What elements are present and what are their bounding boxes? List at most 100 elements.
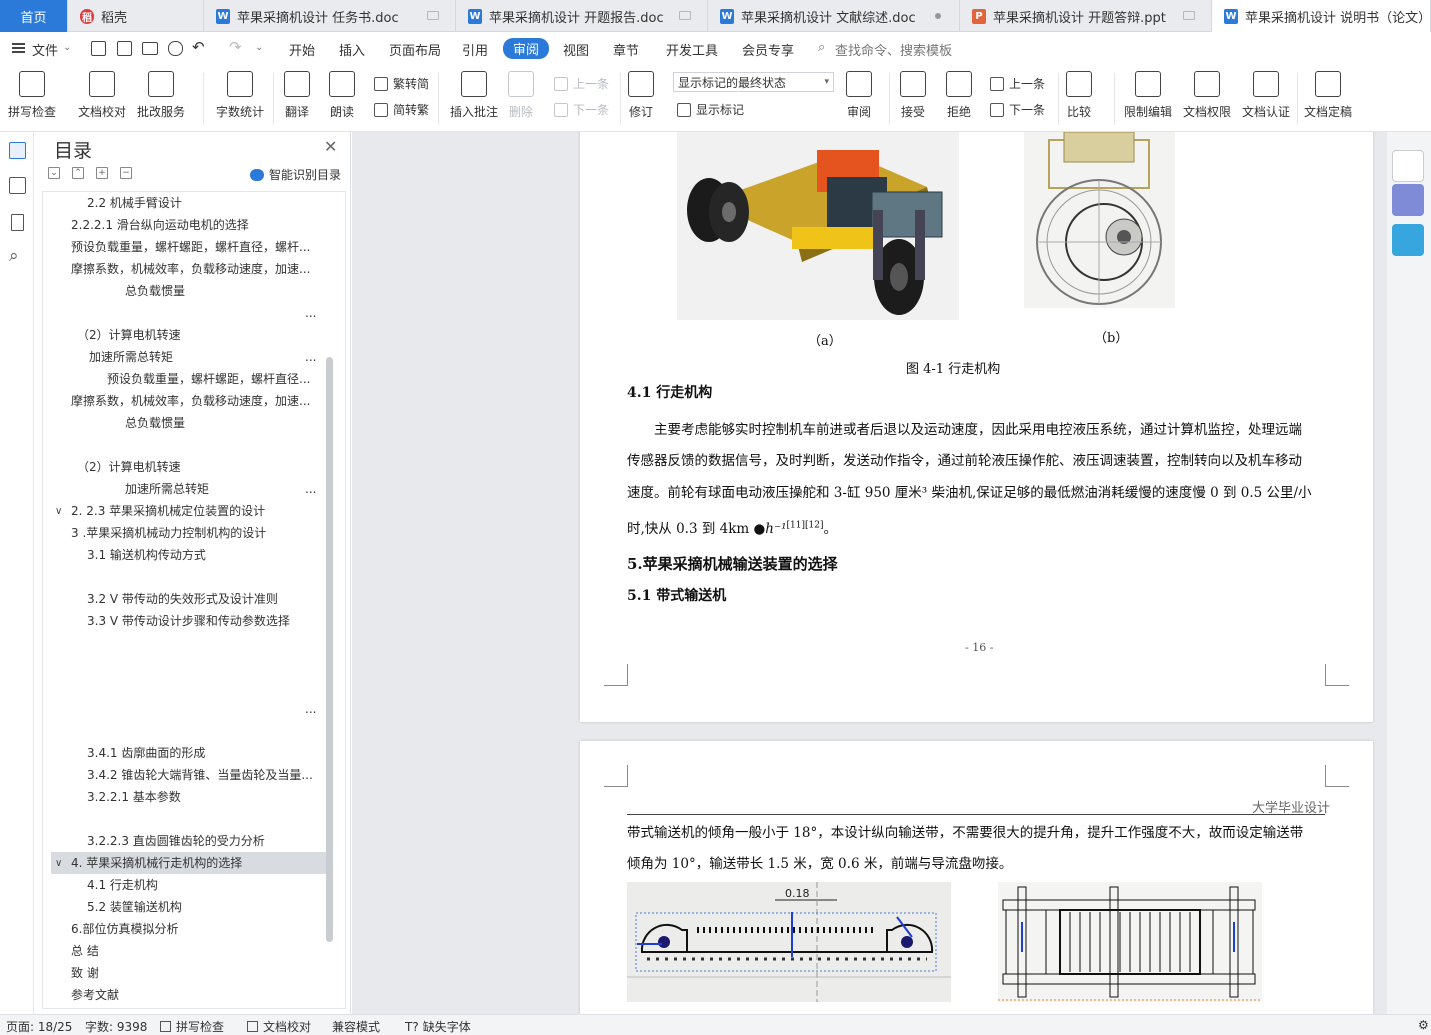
collapse-all-icon[interactable]: ⌄ bbox=[48, 167, 60, 179]
doc-cert-button[interactable]: 文档认证 bbox=[1242, 71, 1290, 120]
doc-check-button[interactable]: 文档校对 bbox=[78, 71, 126, 120]
toc-item[interactable]: 摩擦系数，机械效率，负载移动速度，加速... bbox=[71, 390, 316, 412]
toc-item[interactable]: 致 谢 bbox=[71, 962, 301, 984]
toc-item[interactable]: 3.4.1 齿廓曲面的形成 bbox=[87, 742, 317, 764]
doc-check-status[interactable]: 文档校对 bbox=[247, 1018, 311, 1035]
spellcheck-status[interactable]: 拼写检查 bbox=[160, 1018, 224, 1035]
menu-item-devtools[interactable]: 开发工具 bbox=[666, 40, 718, 59]
menu-item-member[interactable]: 会员专享 bbox=[742, 40, 794, 59]
toc-icon[interactable] bbox=[9, 142, 26, 159]
to-traditional-button[interactable]: 繁转简 bbox=[374, 75, 429, 92]
batch-service-button[interactable]: 批改服务 bbox=[137, 71, 185, 120]
chevron-down-icon[interactable]: ∨ bbox=[55, 506, 62, 517]
toc-item[interactable]: 4.1 行走机构 bbox=[87, 874, 317, 896]
page-indicator[interactable]: 页面: 18/25 bbox=[6, 1018, 72, 1035]
toc-item[interactable]: 加速所需总转矩 bbox=[125, 478, 295, 500]
toc-item[interactable]: 总负载惯量 bbox=[125, 412, 305, 434]
toc-item[interactable]: （2）计算电机转速 bbox=[77, 456, 297, 478]
toc-item[interactable]: 总负载惯量 bbox=[125, 280, 305, 302]
doc-final-button[interactable]: 文档定稿 bbox=[1304, 71, 1352, 120]
prev-comment-button[interactable]: 上一条 bbox=[554, 75, 609, 92]
toc-item[interactable]: 参考文献 bbox=[71, 984, 301, 1006]
toc-item[interactable]: 总 结 bbox=[71, 940, 301, 962]
toc-item[interactable]: 3.3 V 带传动设计步骤和传动参数选择 bbox=[87, 610, 327, 632]
tab-document[interactable]: W 苹果采摘机设计 开题报告.doc bbox=[456, 0, 708, 32]
smart-toc-button[interactable]: 智能识别目录 bbox=[250, 166, 341, 183]
export-icon[interactable] bbox=[117, 41, 132, 56]
tab-document[interactable]: W 苹果采摘机设计 文献综述.doc bbox=[708, 0, 960, 32]
word-count-button[interactable]: 字数统计 bbox=[216, 71, 264, 120]
undo-icon[interactable]: ↶ bbox=[192, 38, 205, 56]
doc-permission-button[interactable]: 文档权限 bbox=[1183, 71, 1231, 120]
toc-item[interactable]: 摩擦系数，机械效率，负载移动速度，加速... bbox=[71, 258, 316, 280]
missing-font-status[interactable]: T? 缺失字体 bbox=[405, 1018, 471, 1035]
preview-icon[interactable] bbox=[168, 41, 183, 56]
restrict-edit-button[interactable]: 限制编辑 bbox=[1124, 71, 1172, 120]
toc-item[interactable]: 3 .苹果采摘机械动力控制机构的设计 bbox=[71, 522, 321, 544]
compare-button[interactable]: 比较 bbox=[1066, 71, 1092, 120]
citation-ref[interactable]: [11][12] bbox=[787, 521, 824, 531]
screen-icon[interactable] bbox=[679, 11, 691, 20]
read-aloud-button[interactable]: 朗读 bbox=[329, 71, 355, 120]
hamburger-icon[interactable] bbox=[12, 43, 25, 53]
toc-item[interactable]: 3.1 输送机构传动方式 bbox=[87, 544, 317, 566]
word-count-status[interactable]: 字数: 9398 bbox=[85, 1018, 147, 1035]
review-pane-button[interactable]: 审阅 bbox=[846, 71, 872, 120]
toc-item[interactable]: 加速所需总转矩 bbox=[89, 346, 289, 368]
accept-button[interactable]: 接受 bbox=[900, 71, 926, 120]
toc-item[interactable]: ... bbox=[305, 302, 325, 324]
prev-change-button[interactable]: 上一条 bbox=[990, 75, 1045, 92]
chevron-down-icon[interactable]: ⌄ bbox=[255, 42, 263, 53]
screen-icon[interactable] bbox=[1183, 11, 1195, 20]
collapse-up-icon[interactable] bbox=[1392, 150, 1424, 182]
menu-item-start[interactable]: 开始 bbox=[289, 40, 315, 59]
toc-item[interactable]: 3.2.2.1 基本参数 bbox=[87, 786, 317, 808]
search-icon[interactable]: ⌕ bbox=[818, 40, 825, 55]
menu-item-reference[interactable]: 引用 bbox=[462, 40, 488, 59]
menu-item-review[interactable]: 审阅 bbox=[503, 38, 550, 59]
print-icon[interactable] bbox=[142, 42, 158, 55]
settings-icon[interactable]: ⚙ bbox=[1418, 1018, 1429, 1032]
file-menu[interactable]: 文件 bbox=[32, 40, 58, 59]
toc-item[interactable]: （2）计算电机转速 bbox=[77, 324, 297, 346]
add-level-icon[interactable]: + bbox=[96, 167, 108, 179]
insert-comment-button[interactable]: 插入批注 bbox=[450, 71, 498, 120]
tab-docer[interactable]: 稻 稻壳 bbox=[68, 0, 204, 32]
menu-item-insert[interactable]: 插入 bbox=[339, 40, 365, 59]
toc-item[interactable]: 6.部位仿真模拟分析 bbox=[71, 918, 301, 940]
spellcheck-button[interactable]: 拼写检查 bbox=[8, 71, 56, 120]
command-search-input[interactable]: 查找命令、搜索模板 bbox=[835, 40, 952, 59]
toc-scrollbar[interactable] bbox=[326, 357, 333, 942]
close-icon[interactable]: ✕ bbox=[324, 137, 337, 156]
delete-comment-button[interactable]: 删除 bbox=[508, 71, 534, 120]
redo-icon[interactable]: ↷ bbox=[229, 38, 242, 56]
toc-item[interactable]: 3.2.2.3 直齿圆锥齿轮的受力分析 bbox=[87, 830, 317, 852]
menu-item-layout[interactable]: 页面布局 bbox=[389, 40, 441, 59]
to-simplified-button[interactable]: 简转繁 bbox=[374, 101, 429, 118]
next-change-button[interactable]: 下一条 bbox=[990, 101, 1045, 118]
tab-document-active[interactable]: W 苹果采摘机设计 说明书（论文） bbox=[1212, 0, 1431, 32]
chevron-down-icon[interactable]: ∨ bbox=[55, 858, 62, 869]
toc-item[interactable]: 3.4.2 锥齿轮大端背锥、当量齿轮及当量... bbox=[87, 764, 316, 786]
toc-item[interactable]: 2.2.2.1 滑台纵向运动电机的选择 bbox=[71, 214, 321, 236]
show-markup-button[interactable]: 显示标记 bbox=[677, 101, 744, 118]
tab-document[interactable]: W 苹果采摘机设计 任务书.doc bbox=[204, 0, 456, 32]
save-icon[interactable] bbox=[91, 41, 106, 56]
expand-up-icon[interactable]: ⌃ bbox=[72, 167, 84, 179]
menu-item-view[interactable]: 视图 bbox=[563, 40, 589, 59]
track-changes-button[interactable]: 修订 bbox=[628, 71, 654, 120]
tab-home[interactable]: 首页 bbox=[0, 0, 68, 32]
remove-level-icon[interactable]: − bbox=[120, 167, 132, 179]
search-icon[interactable]: ⌕ bbox=[9, 248, 26, 265]
navigation-icon[interactable] bbox=[9, 177, 26, 194]
next-comment-button[interactable]: 下一条 bbox=[554, 101, 609, 118]
toc-item[interactable]: 预设负载重量，螺杆螺距，螺杆直径，螺杆... bbox=[71, 236, 316, 258]
toc-item-selected[interactable]: 4. 苹果采摘机械行走机构的选择 bbox=[51, 852, 326, 874]
toc-item[interactable]: 5.2 装筐输送机构 bbox=[87, 896, 317, 918]
doc-tools-icon[interactable] bbox=[1392, 184, 1424, 216]
toc-item[interactable]: 2.2 机械手臂设计 bbox=[87, 192, 317, 214]
chevron-down-icon[interactable]: ⌄ bbox=[63, 42, 71, 53]
toc-item[interactable]: 3.2 V 带传动的失效形式及设计准则 bbox=[87, 588, 327, 610]
translate-button[interactable]: 翻译 bbox=[284, 71, 310, 120]
bookmark-icon[interactable] bbox=[11, 214, 24, 231]
